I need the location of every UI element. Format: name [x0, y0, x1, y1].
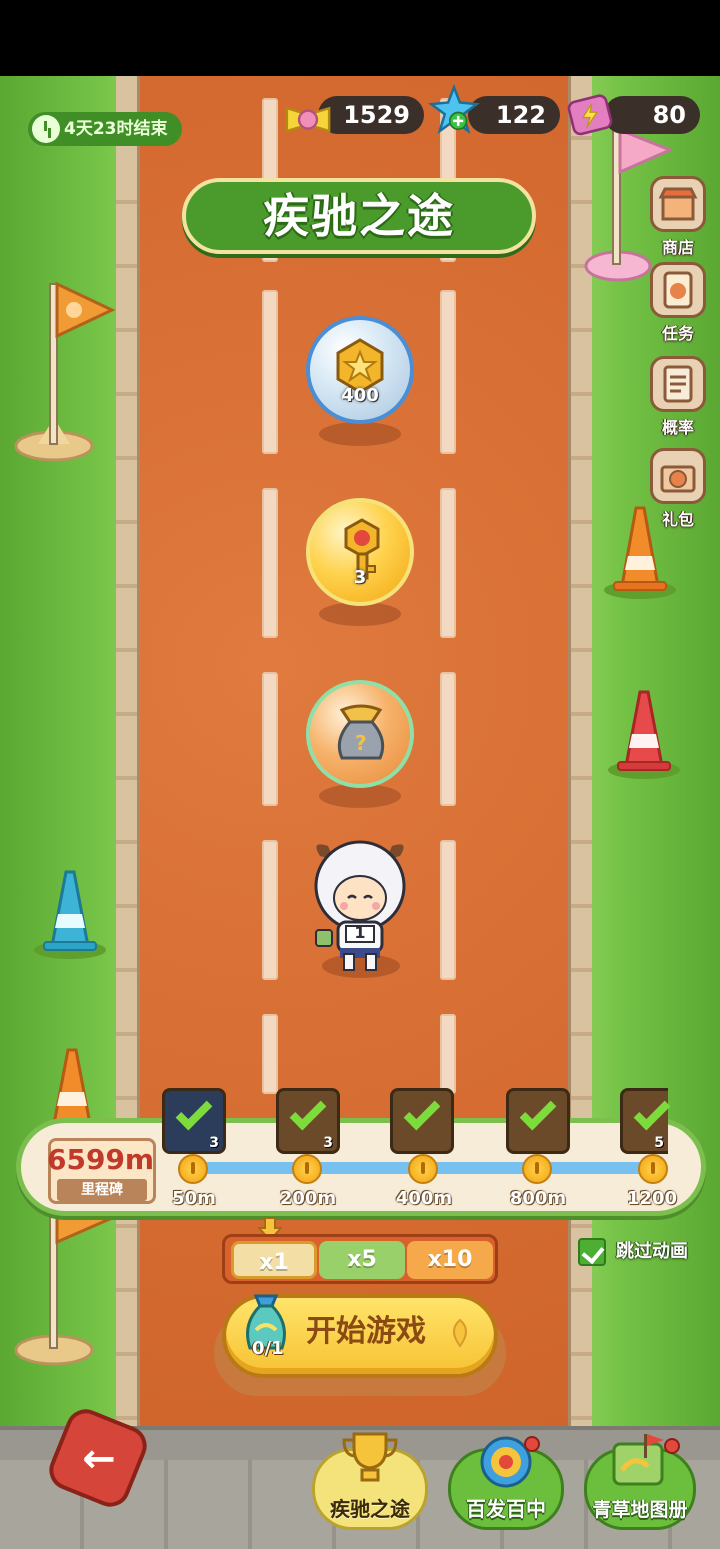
- skip-animation-checkbox[interactable]: [578, 1238, 606, 1266]
- lane-marker: [262, 672, 278, 806]
- tickets-value: 1529: [343, 101, 410, 129]
- probability-button[interactable]: 概率: [648, 356, 708, 438]
- multiplier-x5[interactable]: x5: [319, 1241, 405, 1279]
- multiplier-x1[interactable]: x1: [231, 1241, 317, 1279]
- probability-icon: [650, 356, 706, 412]
- gift-pack-label: 礼包: [661, 510, 694, 529]
- check-icon: [633, 1093, 671, 1131]
- lane-marker: [262, 1014, 278, 1094]
- check-icon: [403, 1093, 441, 1131]
- lane-marker: [440, 840, 456, 980]
- lane-marker: [262, 840, 278, 980]
- milestone-reward-card[interactable]: [390, 1088, 454, 1154]
- traffic-cone-icon: [608, 690, 680, 779]
- milestone-reward-card[interactable]: [506, 1088, 570, 1154]
- sheep-runner-avatar: [314, 840, 406, 971]
- event-timer-text: 4天23时结束: [64, 119, 168, 139]
- energy-counter: 80: [604, 96, 700, 134]
- gift-pack-button[interactable]: 礼包: [648, 448, 708, 530]
- tab-archery[interactable]: 百发百中: [444, 1430, 568, 1530]
- back-arrow-icon: ←: [82, 1436, 116, 1482]
- milestone-reward-card[interactable]: 3: [276, 1088, 340, 1154]
- flag-icon: [14, 1191, 116, 1366]
- checkpoint-coin-icon: [292, 1154, 322, 1184]
- milestone-distance: 6599m: [47, 1143, 155, 1176]
- player-bib-number: 1: [354, 923, 366, 942]
- tab-grassland-atlas[interactable]: 青草地图册: [580, 1430, 700, 1530]
- svg-text:?: ?: [355, 731, 367, 755]
- milestone-reward-count: 3: [209, 1135, 219, 1151]
- curb-right: [568, 76, 592, 1549]
- shop-icon: [650, 176, 706, 232]
- start-game-label: 开始游戏: [306, 1314, 426, 1349]
- task-icon: [650, 262, 706, 318]
- coin-reward-bubble: 400: [306, 316, 414, 424]
- key-reward-bubble: 3: [306, 498, 414, 606]
- tab-archery-label: 百发百中: [466, 1497, 546, 1521]
- flag-icon: [14, 281, 116, 462]
- mystery-bag-bubble: ?: [306, 680, 414, 788]
- checkpoint-distance: 800m: [509, 1188, 567, 1209]
- gem-add-icon[interactable]: [428, 84, 480, 136]
- mystery-bag-icon: ?: [337, 704, 385, 760]
- gems-counter: 122: [468, 96, 560, 134]
- checkpoint-distance: 1200: [626, 1188, 678, 1209]
- milestone-reward-card[interactable]: 3: [162, 1088, 226, 1154]
- key-reward-count: 3: [353, 567, 367, 588]
- gift-pack-icon: [650, 448, 706, 504]
- checkpoint-coin-icon: [408, 1154, 438, 1184]
- gems-value: 122: [495, 101, 546, 129]
- probability-label: 概率: [661, 418, 694, 437]
- curb-left: [116, 76, 140, 1549]
- tab-grassland-atlas-label: 青草地图册: [592, 1499, 688, 1521]
- coin-reward-count: 400: [341, 385, 379, 406]
- multiplier-x10[interactable]: x10: [407, 1241, 493, 1279]
- target-icon: [480, 1436, 540, 1488]
- check-icon: [519, 1093, 557, 1131]
- lane-marker: [440, 1014, 456, 1094]
- shop-button[interactable]: 商店: [648, 176, 708, 258]
- battery-icon: [567, 94, 613, 136]
- checkpoint-coin-icon: [522, 1154, 552, 1184]
- milestone-reward-card[interactable]: 5: [620, 1088, 671, 1154]
- event-title: 疾驰之途: [263, 189, 455, 243]
- check-icon: [175, 1093, 213, 1131]
- check-icon: [289, 1093, 327, 1131]
- shop-label: 商店: [661, 238, 694, 257]
- traffic-cone-icon: [34, 870, 106, 959]
- trophy-icon: [342, 1432, 398, 1482]
- traffic-cone-icon: [52, 1048, 92, 1124]
- clock-icon: [32, 115, 60, 143]
- checkpoint-distance: 50m: [172, 1188, 216, 1209]
- checkpoint-coin-icon: [178, 1154, 208, 1184]
- reward-shadow: [319, 422, 401, 446]
- skip-animation-label[interactable]: 跳过动画: [616, 1238, 688, 1266]
- leaf-icon: [453, 1318, 467, 1348]
- multiplier-selector: x1 x5 x10: [222, 1234, 498, 1284]
- checkpoint-coin-icon: [638, 1154, 668, 1184]
- milestone-board: 6599m 里程碑: [47, 1138, 156, 1204]
- event-timer: 4天23时结束: [28, 112, 182, 146]
- lane-marker: [440, 672, 456, 806]
- checkpoint-distance: 200m: [279, 1188, 337, 1209]
- start-cost: 0/1: [252, 1338, 284, 1359]
- tab-race-path-label: 疾驰之途: [330, 1497, 410, 1521]
- status-bar: [0, 0, 720, 76]
- lane-marker: [440, 290, 456, 454]
- lane-marker: [262, 488, 278, 638]
- map-flag-icon: [612, 1434, 680, 1486]
- tab-race-path[interactable]: 疾驰之途: [308, 1430, 432, 1530]
- event-title-banner: 疾驰之途: [182, 178, 536, 254]
- milestone-label: 里程碑: [57, 1179, 147, 1201]
- task-label: 任务: [661, 324, 694, 343]
- game-screen: 4天23时结束 1529 122 80 疾驰之途 商店 任务 概率 礼包 400…: [0, 0, 720, 1549]
- milestone-reward-count: 3: [323, 1135, 333, 1151]
- milestone-reward-count: 5: [654, 1135, 664, 1151]
- lane-marker: [440, 488, 456, 638]
- checkpoint-distance: 400m: [395, 1188, 453, 1209]
- ticket-ribbon-icon: [285, 106, 331, 133]
- task-button[interactable]: 任务: [648, 262, 708, 344]
- lane-marker: [262, 290, 278, 454]
- energy-value: 80: [652, 101, 686, 129]
